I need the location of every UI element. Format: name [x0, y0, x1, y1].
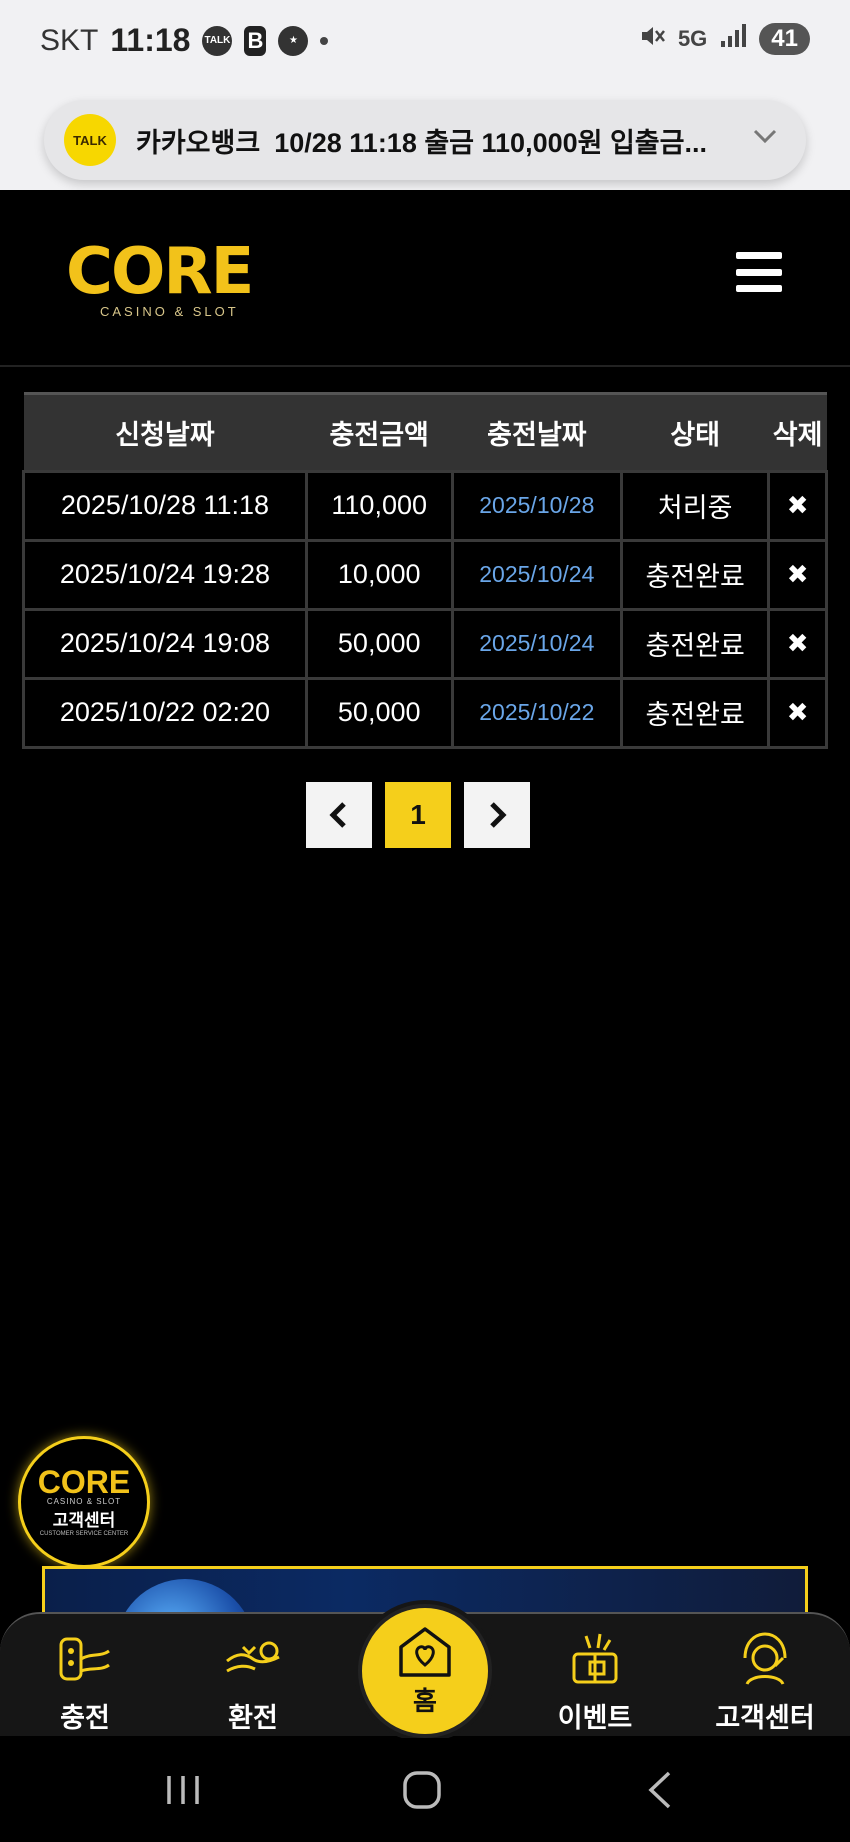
- nav-event-label: 이벤트: [557, 1703, 633, 1733]
- request-date-cell: 2025/10/24 19:08: [22, 607, 308, 680]
- request-date-cell: 2025/10/28 11:18: [22, 469, 308, 542]
- status-cell: 처리중: [620, 469, 771, 542]
- charge-history-table: 신청날짜 충전금액 충전날짜 상태 삭제 2025/10/28 11:18 11…: [22, 392, 828, 749]
- carrier-label: SKT: [40, 23, 99, 57]
- charge-date-cell: 2025/10/28: [450, 469, 624, 542]
- amount-cell: 50,000: [304, 676, 454, 749]
- support-logo: CORE: [37, 1464, 131, 1500]
- request-date-cell: 2025/10/22 02:20: [22, 676, 308, 749]
- battery-indicator: 41: [759, 22, 810, 55]
- headset-icon: [737, 1628, 793, 1690]
- chevron-left-icon: [329, 802, 346, 828]
- site-header: CORE CASINO & SLOT: [0, 192, 850, 367]
- network-type: 5G: [677, 25, 708, 51]
- amount-cell: 110,000: [304, 469, 454, 542]
- table-row: 2025/10/28 11:18 110,000 2025/10/28 처리중 …: [22, 469, 828, 542]
- nav-support[interactable]: 고객센터: [690, 1628, 840, 1735]
- delete-button[interactable]: ✖: [767, 607, 828, 680]
- talk-icon: TALK: [64, 114, 116, 166]
- system-nav-bar: [0, 1738, 850, 1842]
- home-icon: [399, 1626, 451, 1677]
- notification-banner[interactable]: TALK 카카오뱅크 10/28 11:18 출금 110,000원 입출금..…: [44, 100, 806, 180]
- nav-charge-label: 충전: [60, 1703, 110, 1733]
- amount-cell: 50,000: [304, 607, 454, 680]
- delete-button[interactable]: ✖: [767, 538, 828, 611]
- status-left: SKT 11:18 TALK B ★: [40, 22, 329, 59]
- back-icon[interactable]: [630, 1766, 690, 1814]
- status-cell: 충전완료: [620, 538, 771, 611]
- charge-date-cell: 2025/10/24: [450, 538, 624, 611]
- nav-event[interactable]: 이벤트: [520, 1628, 670, 1735]
- col-delete: 삭제: [768, 392, 827, 470]
- delete-button[interactable]: ✖: [767, 676, 828, 749]
- table-row: 2025/10/24 19:08 50,000 2025/10/24 충전완료 …: [22, 607, 828, 680]
- clock: 11:18: [110, 22, 191, 58]
- nav-exchange-label: 환전: [228, 1703, 278, 1733]
- b-icon: B: [244, 25, 267, 56]
- recent-apps-icon[interactable]: [153, 1766, 213, 1814]
- site-logo[interactable]: CORE CASINO & SLOT: [66, 240, 266, 320]
- next-page-button[interactable]: [464, 782, 530, 848]
- charge-icon: [57, 1628, 113, 1690]
- nav-exchange[interactable]: 환전: [178, 1628, 328, 1735]
- delete-button[interactable]: ✖: [767, 469, 828, 542]
- status-cell: 충전완료: [620, 607, 771, 680]
- nav-home-label: 홈: [413, 1685, 437, 1716]
- support-en: CUSTOMER SERVICE CENTER: [39, 1531, 129, 1537]
- col-request-date: 신청날짜: [23, 392, 307, 470]
- support-float-button[interactable]: CORE CASINO & SLOT 고객센터 CUSTOMER SERVICE…: [18, 1436, 150, 1568]
- request-date-cell: 2025/10/24 19:28: [22, 538, 308, 611]
- signal-icon: [719, 23, 747, 54]
- home-system-icon[interactable]: [392, 1766, 452, 1814]
- status-right: 5G 41: [638, 22, 810, 55]
- col-charge-date: 충전날짜: [452, 392, 622, 470]
- nav-home[interactable]: 홈: [358, 1604, 492, 1738]
- exchange-icon: [223, 1628, 283, 1690]
- gift-icon: [566, 1628, 624, 1690]
- prev-page-button[interactable]: [306, 782, 372, 848]
- status-cell: 충전완료: [620, 676, 771, 749]
- charge-date-cell: 2025/10/24: [450, 607, 624, 680]
- nav-support-label: 고객센터: [715, 1703, 815, 1733]
- charge-date-cell: 2025/10/22: [450, 676, 624, 749]
- notification-app: 카카오뱅크: [136, 127, 261, 158]
- col-amount: 충전금액: [306, 392, 453, 470]
- logo-text: CORE: [66, 235, 254, 309]
- col-status: 상태: [621, 392, 769, 470]
- menu-icon[interactable]: [736, 252, 782, 292]
- kakaotalk-icon: TALK: [202, 25, 233, 56]
- chevron-right-icon: [490, 802, 507, 828]
- pagination: 1: [306, 782, 530, 848]
- mute-icon: [638, 22, 666, 55]
- chevron-down-icon[interactable]: [752, 124, 778, 150]
- starbucks-icon: ★: [278, 25, 309, 56]
- amount-cell: 10,000: [304, 538, 454, 611]
- notification-text: 10/28 11:18 출금 110,000원 입출금...: [274, 127, 707, 158]
- nav-charge[interactable]: 충전: [10, 1628, 160, 1735]
- page-number-button[interactable]: 1: [385, 782, 451, 848]
- table-header-row: 신청날짜 충전금액 충전날짜 상태 삭제: [23, 392, 827, 470]
- support-label: 고객센터: [52, 1511, 116, 1530]
- status-bar: SKT 11:18 TALK B ★ 5G 41 TALK 카카오뱅크 10/2…: [0, 0, 850, 190]
- table-row: 2025/10/22 02:20 50,000 2025/10/22 충전완료 …: [22, 676, 828, 749]
- more-notifications-icon: [320, 36, 329, 45]
- table-row: 2025/10/24 19:28 10,000 2025/10/24 충전완료 …: [22, 538, 828, 611]
- support-logo-sub: CASINO & SLOT: [46, 1497, 122, 1506]
